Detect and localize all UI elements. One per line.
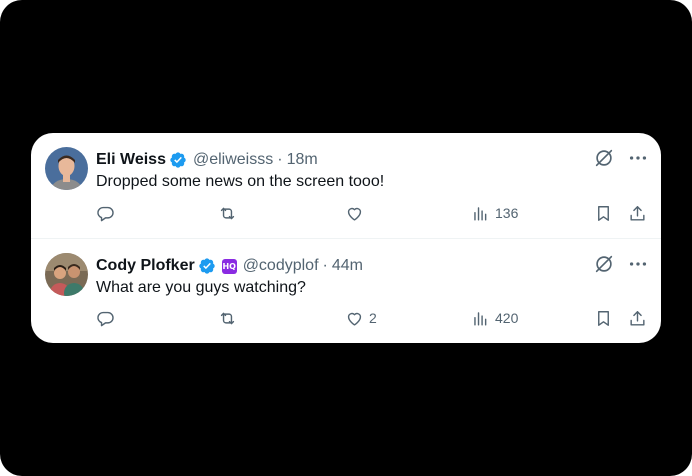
grok-icon[interactable] <box>593 253 615 275</box>
handle[interactable]: @codyplof <box>243 257 319 275</box>
tweet-text: What are you guys watching? <box>96 279 306 296</box>
bookmark-icon <box>594 309 613 328</box>
more-icon[interactable] <box>627 147 649 169</box>
view-count: 136 <box>495 205 519 221</box>
reply-button[interactable] <box>96 202 120 224</box>
views-button[interactable]: 136 <box>471 202 518 224</box>
tweet-top-actions <box>593 253 649 275</box>
tweet-text: Dropped some news on the screen tooo! <box>96 173 385 190</box>
heart-icon <box>345 309 364 328</box>
verified-badge-icon[interactable] <box>198 257 216 275</box>
bookmark-icon <box>594 204 613 223</box>
tweet-actions: 2 420 <box>96 307 647 329</box>
share-button[interactable] <box>628 307 647 329</box>
share-icon <box>628 204 647 223</box>
heart-icon <box>345 204 364 223</box>
bookmark-button[interactable] <box>594 202 613 224</box>
verified-badge-icon[interactable] <box>169 151 187 169</box>
tweet-2[interactable]: Cody Plofker HQ @codyplof · 44m What are… <box>31 239 661 343</box>
tweet-header: Eli Weiss @eliweisss · 18m <box>96 149 581 171</box>
screenshot-background: Eli Weiss @eliweisss · 18m Dropped some … <box>0 0 692 476</box>
tweet-header: Cody Plofker HQ @codyplof · 44m <box>96 255 581 277</box>
like-button[interactable]: 2 <box>345 307 377 329</box>
like-count: 2 <box>369 310 377 326</box>
like-button[interactable] <box>345 202 369 224</box>
timestamp[interactable]: 44m <box>332 257 363 275</box>
timestamp[interactable]: 18m <box>287 151 318 169</box>
tweet-actions: 136 <box>96 202 647 224</box>
avatar-image <box>45 147 88 190</box>
bookmark-button[interactable] <box>594 307 613 329</box>
grok-icon[interactable] <box>593 147 615 169</box>
reply-button[interactable] <box>96 307 120 329</box>
views-icon <box>471 204 490 223</box>
handle[interactable]: @eliweisss <box>193 151 273 169</box>
avatar[interactable] <box>45 253 88 296</box>
reply-icon <box>96 309 115 328</box>
separator: · <box>322 257 328 274</box>
more-icon[interactable] <box>627 253 649 275</box>
share-button[interactable] <box>628 202 647 224</box>
affiliation-badge[interactable]: HQ <box>221 258 237 274</box>
tweet-1[interactable]: Eli Weiss @eliweisss · 18m Dropped some … <box>31 133 661 239</box>
reply-icon <box>96 204 115 223</box>
share-icon <box>628 309 647 328</box>
avatar-image <box>45 253 88 296</box>
avatar[interactable] <box>45 147 88 190</box>
tweet-card: Eli Weiss @eliweisss · 18m Dropped some … <box>31 133 661 343</box>
retweet-button[interactable] <box>218 307 242 329</box>
tweet-top-actions <box>593 147 649 169</box>
separator: · <box>277 151 283 168</box>
views-icon <box>471 309 490 328</box>
retweet-icon <box>218 204 237 223</box>
retweet-icon <box>218 309 237 328</box>
retweet-button[interactable] <box>218 202 242 224</box>
view-count: 420 <box>495 310 519 326</box>
display-name[interactable]: Eli Weiss <box>96 151 166 169</box>
views-button[interactable]: 420 <box>471 307 518 329</box>
display-name[interactable]: Cody Plofker <box>96 257 195 275</box>
